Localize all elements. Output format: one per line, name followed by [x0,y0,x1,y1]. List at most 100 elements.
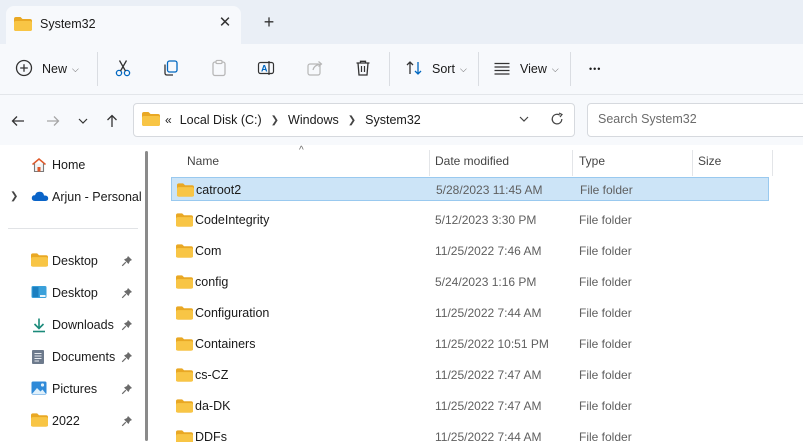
address-history-button[interactable] [518,113,530,128]
share-button[interactable] [306,54,324,84]
back-button[interactable] [9,112,27,130]
sidebar-item-label: Home [52,158,86,172]
breadcrumb-overflow-button[interactable]: « [165,113,172,127]
file-date-modified: 11/25/2022 7:47 AM [435,368,542,382]
chevron-right-icon[interactable]: ❯ [10,191,18,202]
folder-icon [14,17,32,34]
folder-icon [31,253,48,270]
delete-button[interactable] [354,54,372,84]
paste-button[interactable] [210,54,228,84]
folder-icon [31,413,48,430]
sort-button[interactable]: Sort ⌵ [405,54,467,84]
download-icon [31,317,47,336]
copy-icon [162,59,180,80]
recent-locations-button[interactable] [74,112,92,130]
column-header-size[interactable]: Size [698,154,721,168]
column-divider[interactable] [772,150,773,176]
refresh-button[interactable] [550,112,564,129]
table-row[interactable]: DDFs 11/25/2022 7:44 AM File folder [171,425,769,442]
folder-icon [176,368,193,385]
copy-button[interactable] [162,54,180,84]
sidebar-item-label: 2022 [52,414,80,428]
chevron-down-icon: ⌵ [459,63,467,74]
sidebar-item-onedrive[interactable]: ❯ Arjun - Personal [0,183,153,211]
column-divider[interactable] [572,150,573,176]
pin-icon [121,255,133,270]
file-list: ^ Name Date modified Type Size catroot2 … [153,145,803,442]
file-name: da-DK [195,399,231,413]
folder-icon [177,183,194,200]
sort-icon [405,59,423,80]
breadcrumb-local-disk[interactable]: Local Disk (C:) [180,113,262,127]
title-bar: System32 ✕ + [0,0,803,44]
folder-icon [176,399,193,416]
table-row[interactable]: da-DK 11/25/2022 7:47 AM File folder [171,394,769,418]
sidebar-item-desktop-2[interactable]: Desktop [0,279,140,307]
forward-button[interactable] [44,112,62,130]
chevron-right-icon[interactable]: ❯ [348,115,356,126]
sidebar-scrollbar[interactable] [145,151,148,441]
home-icon [31,157,47,176]
file-name: Configuration [195,306,270,320]
column-divider[interactable] [429,150,430,176]
column-header-date[interactable]: Date modified [435,154,509,168]
breadcrumb-windows[interactable]: Windows [288,113,339,127]
table-row[interactable]: catroot2 5/28/2023 11:45 AM File folder [171,177,769,201]
sidebar-item-downloads[interactable]: Downloads [0,311,140,339]
new-label: New [42,62,68,76]
sidebar-item-desktop[interactable]: Desktop [0,247,140,275]
pictures-icon [31,381,47,398]
cut-button[interactable] [114,54,132,84]
rename-icon: A [257,59,275,80]
table-row[interactable]: CodeIntegrity 5/12/2023 3:30 PM File fol… [171,208,769,232]
documents-icon [31,349,45,368]
sidebar-item-documents[interactable]: Documents [0,343,140,371]
table-row[interactable]: config 5/24/2023 1:16 PM File folder [171,270,769,294]
more-icon: ••• [589,64,602,74]
search-input[interactable] [596,111,800,127]
file-date-modified: 5/28/2023 11:45 AM [436,183,543,197]
new-button[interactable]: New ⌵ [15,54,79,84]
view-button[interactable]: View ⌵ [493,54,559,84]
table-row[interactable]: Containers 11/25/2022 10:51 PM File fold… [171,332,769,356]
up-button[interactable] [103,112,121,130]
sidebar-divider [8,228,138,229]
sort-label: Sort [432,62,455,76]
breadcrumb: « Local Disk (C:) ❯ Windows ❯ System32 [142,104,421,136]
search-box[interactable] [587,103,803,137]
sidebar-item-home[interactable]: Home [0,151,140,179]
share-icon [306,59,324,80]
file-type: File folder [580,183,633,197]
chevron-down-icon [519,116,529,122]
file-date-modified: 11/25/2022 7:44 AM [435,306,542,320]
file-name: Containers [195,337,256,351]
column-divider[interactable] [692,150,693,176]
new-tab-button[interactable]: + [259,12,279,32]
arrow-left-icon [11,116,24,126]
list-view-icon [493,59,511,80]
address-bar[interactable]: « Local Disk (C:) ❯ Windows ❯ System32 [133,103,575,137]
view-label: View [520,62,547,76]
chevron-right-icon[interactable]: ❯ [271,115,279,126]
file-type: File folder [579,399,632,413]
tab-system32[interactable]: System32 ✕ [6,6,241,44]
column-header-type[interactable]: Type [579,154,605,168]
folder-icon [176,244,193,261]
column-header-name[interactable]: Name [187,154,219,168]
file-type: File folder [579,337,632,351]
sidebar-item-pictures[interactable]: Pictures [0,375,140,403]
arrow-right-icon [47,116,60,126]
table-row[interactable]: cs-CZ 11/25/2022 7:47 AM File folder [171,363,769,387]
close-icon[interactable]: ✕ [217,15,233,31]
table-row[interactable]: Configuration 11/25/2022 7:44 AM File fo… [171,301,769,325]
rename-button[interactable]: A [257,54,275,84]
arrow-up-icon [107,114,117,127]
breadcrumb-system32[interactable]: System32 [365,113,421,127]
scissors-icon [114,59,132,80]
toolbar-divider [389,52,390,86]
file-name: config [195,275,229,289]
table-row[interactable]: Com 11/25/2022 7:46 AM File folder [171,239,769,263]
folder-icon [142,111,160,129]
sidebar-item-2022[interactable]: 2022 [0,407,140,435]
see-more-button[interactable]: ••• [589,54,601,84]
